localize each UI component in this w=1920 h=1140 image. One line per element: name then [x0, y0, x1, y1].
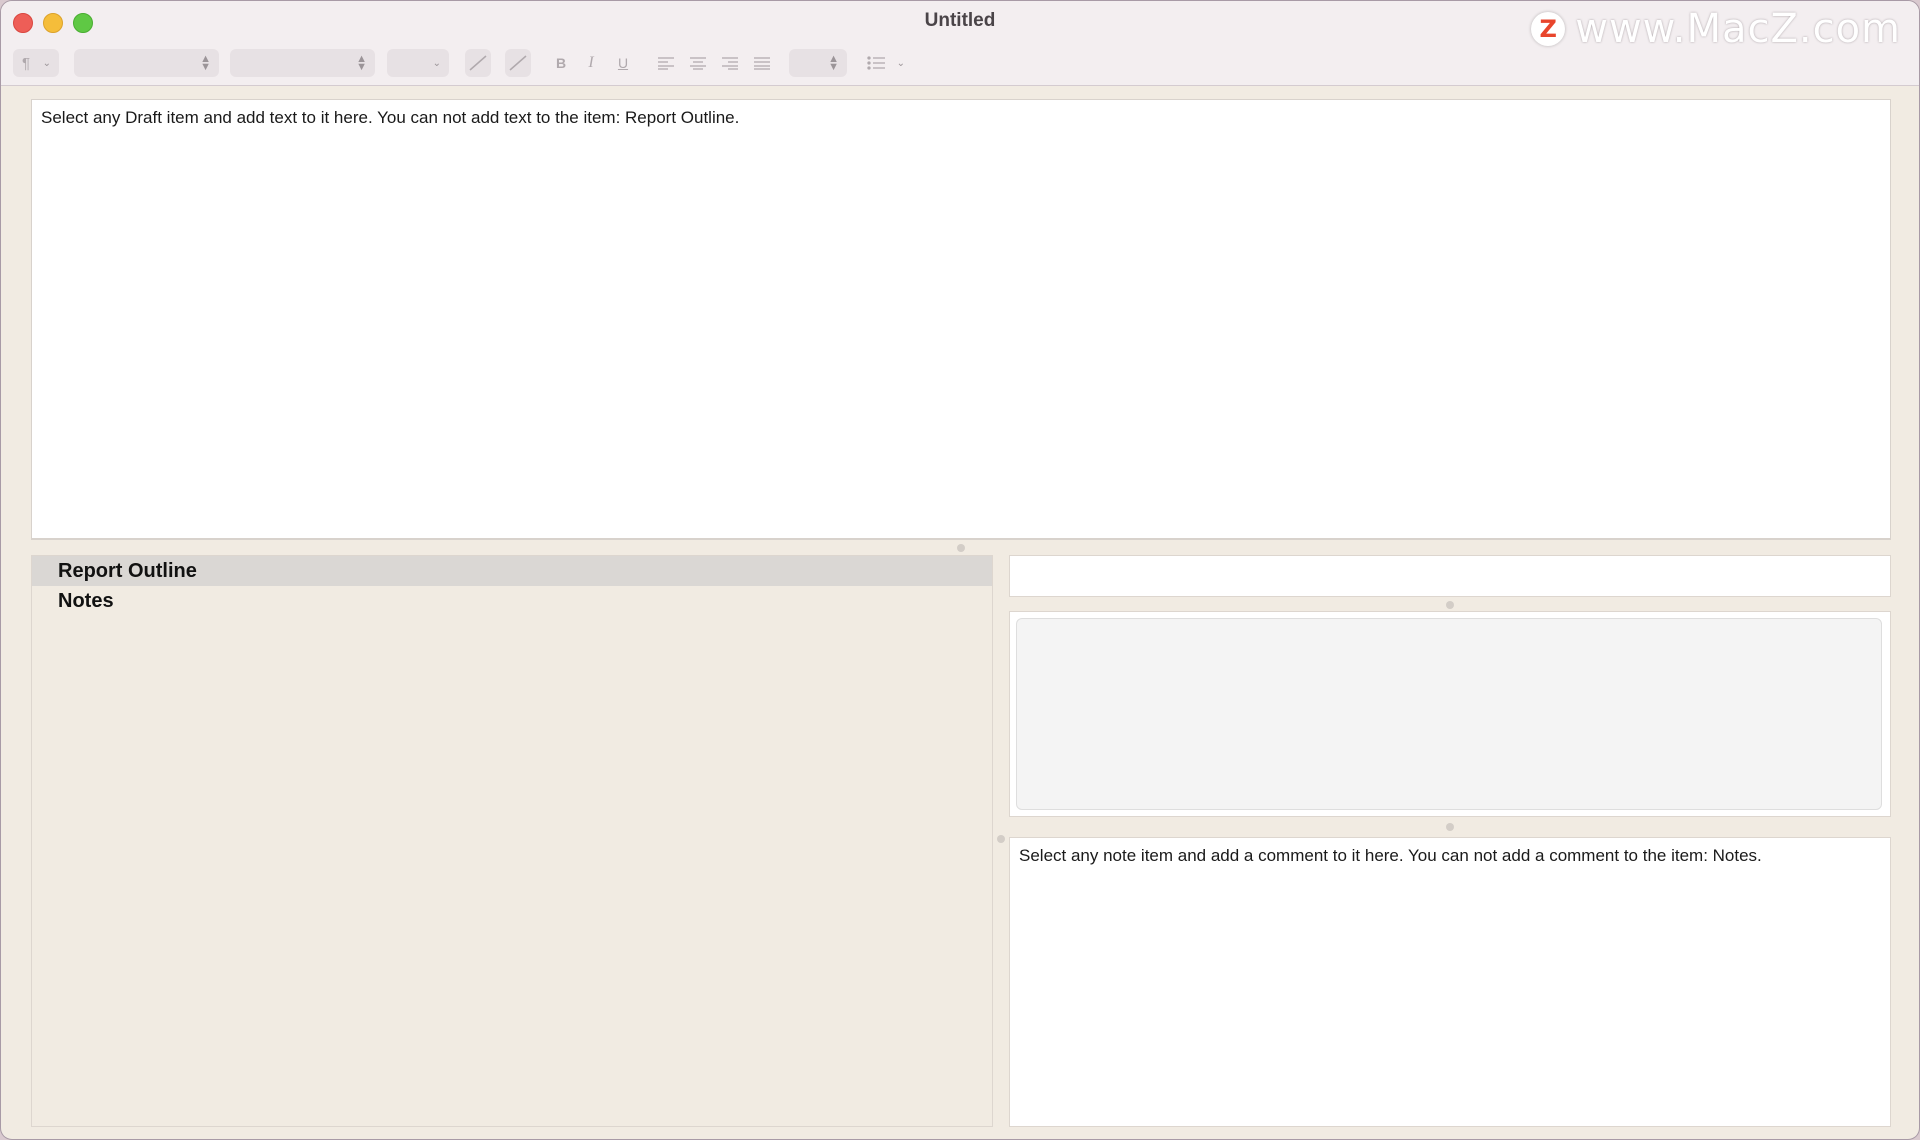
- watermark: Z www.MacZ.com: [1531, 6, 1901, 52]
- align-justify-button[interactable]: [749, 49, 775, 77]
- outline-item-report-outline[interactable]: Report Outline: [32, 556, 992, 586]
- align-left-icon: [658, 57, 674, 70]
- note-detail-box[interactable]: [1016, 618, 1882, 810]
- font-size-combo[interactable]: ⌄: [387, 49, 449, 77]
- list-icon: [867, 56, 885, 70]
- chevron-down-icon: ⌄: [432, 57, 441, 69]
- italic-button[interactable]: I: [579, 49, 603, 77]
- vertical-splitter[interactable]: [993, 555, 1009, 1127]
- list-style-popup[interactable]: ⌄: [863, 49, 907, 77]
- comment-text-view[interactable]: Select any note item and add a comment t…: [1009, 837, 1891, 1127]
- watermark-logo-icon: Z: [1531, 12, 1566, 46]
- bold-button[interactable]: B: [549, 49, 573, 77]
- note-detail-pane: [1009, 611, 1891, 817]
- up-down-arrows-icon: ▲ ▼: [356, 53, 367, 73]
- outline-view[interactable]: Report Outline Notes: [31, 555, 993, 1127]
- horizontal-splitter[interactable]: [31, 539, 1891, 554]
- chevron-down-icon: ⌄: [42, 57, 51, 69]
- splitter-handle-icon: [997, 835, 1005, 843]
- title-bar: Untitled Z www.MacZ.com ¶ ⌄ ▲ ▼ ▲ ▼ ⌄ B …: [1, 1, 1919, 86]
- align-center-icon: [690, 57, 706, 70]
- pilcrow-icon: ¶: [22, 54, 31, 72]
- draft-placeholder-text: Select any Draft item and add text to it…: [41, 108, 740, 127]
- note-title-field[interactable]: [1009, 555, 1891, 597]
- up-down-arrows-icon: ▲ ▼: [200, 53, 211, 73]
- align-right-button[interactable]: [717, 49, 743, 77]
- splitter-handle-icon: [1446, 601, 1454, 609]
- watermark-text: www.MacZ.com: [1575, 6, 1901, 52]
- outline-item-notes[interactable]: Notes: [32, 586, 992, 616]
- line-spacing-popup[interactable]: ▲ ▼: [789, 49, 847, 77]
- align-left-button[interactable]: [653, 49, 679, 77]
- text-color-well[interactable]: [465, 49, 491, 77]
- font-family-popup[interactable]: ▲ ▼: [74, 49, 219, 77]
- format-toolbar: ¶ ⌄ ▲ ▼ ▲ ▼ ⌄ B I U ▲ ▼ ⌄: [1, 49, 1919, 77]
- comment-placeholder-text: Select any note item and add a comment t…: [1019, 846, 1762, 865]
- align-center-button[interactable]: [685, 49, 711, 77]
- align-justify-icon: [754, 57, 770, 70]
- splitter-handle-icon: [957, 544, 965, 552]
- app-window: Untitled Z www.MacZ.com ¶ ⌄ ▲ ▼ ▲ ▼ ⌄ B …: [0, 0, 1920, 1140]
- highlight-color-well[interactable]: [505, 49, 531, 77]
- splitter-handle-icon: [1446, 823, 1454, 831]
- paragraph-style-popup[interactable]: ¶ ⌄: [13, 49, 59, 77]
- document-content: Select any Draft item and add text to it…: [3, 87, 1917, 1137]
- up-down-arrows-icon: ▲ ▼: [828, 53, 839, 73]
- text-color-icon: [469, 55, 487, 71]
- highlight-color-icon: [509, 55, 527, 71]
- align-right-icon: [722, 57, 738, 70]
- draft-text-view[interactable]: Select any Draft item and add text to it…: [31, 99, 1891, 539]
- chevron-down-icon: ⌄: [896, 57, 905, 69]
- font-style-popup[interactable]: ▲ ▼: [230, 49, 375, 77]
- underline-button[interactable]: U: [611, 49, 635, 77]
